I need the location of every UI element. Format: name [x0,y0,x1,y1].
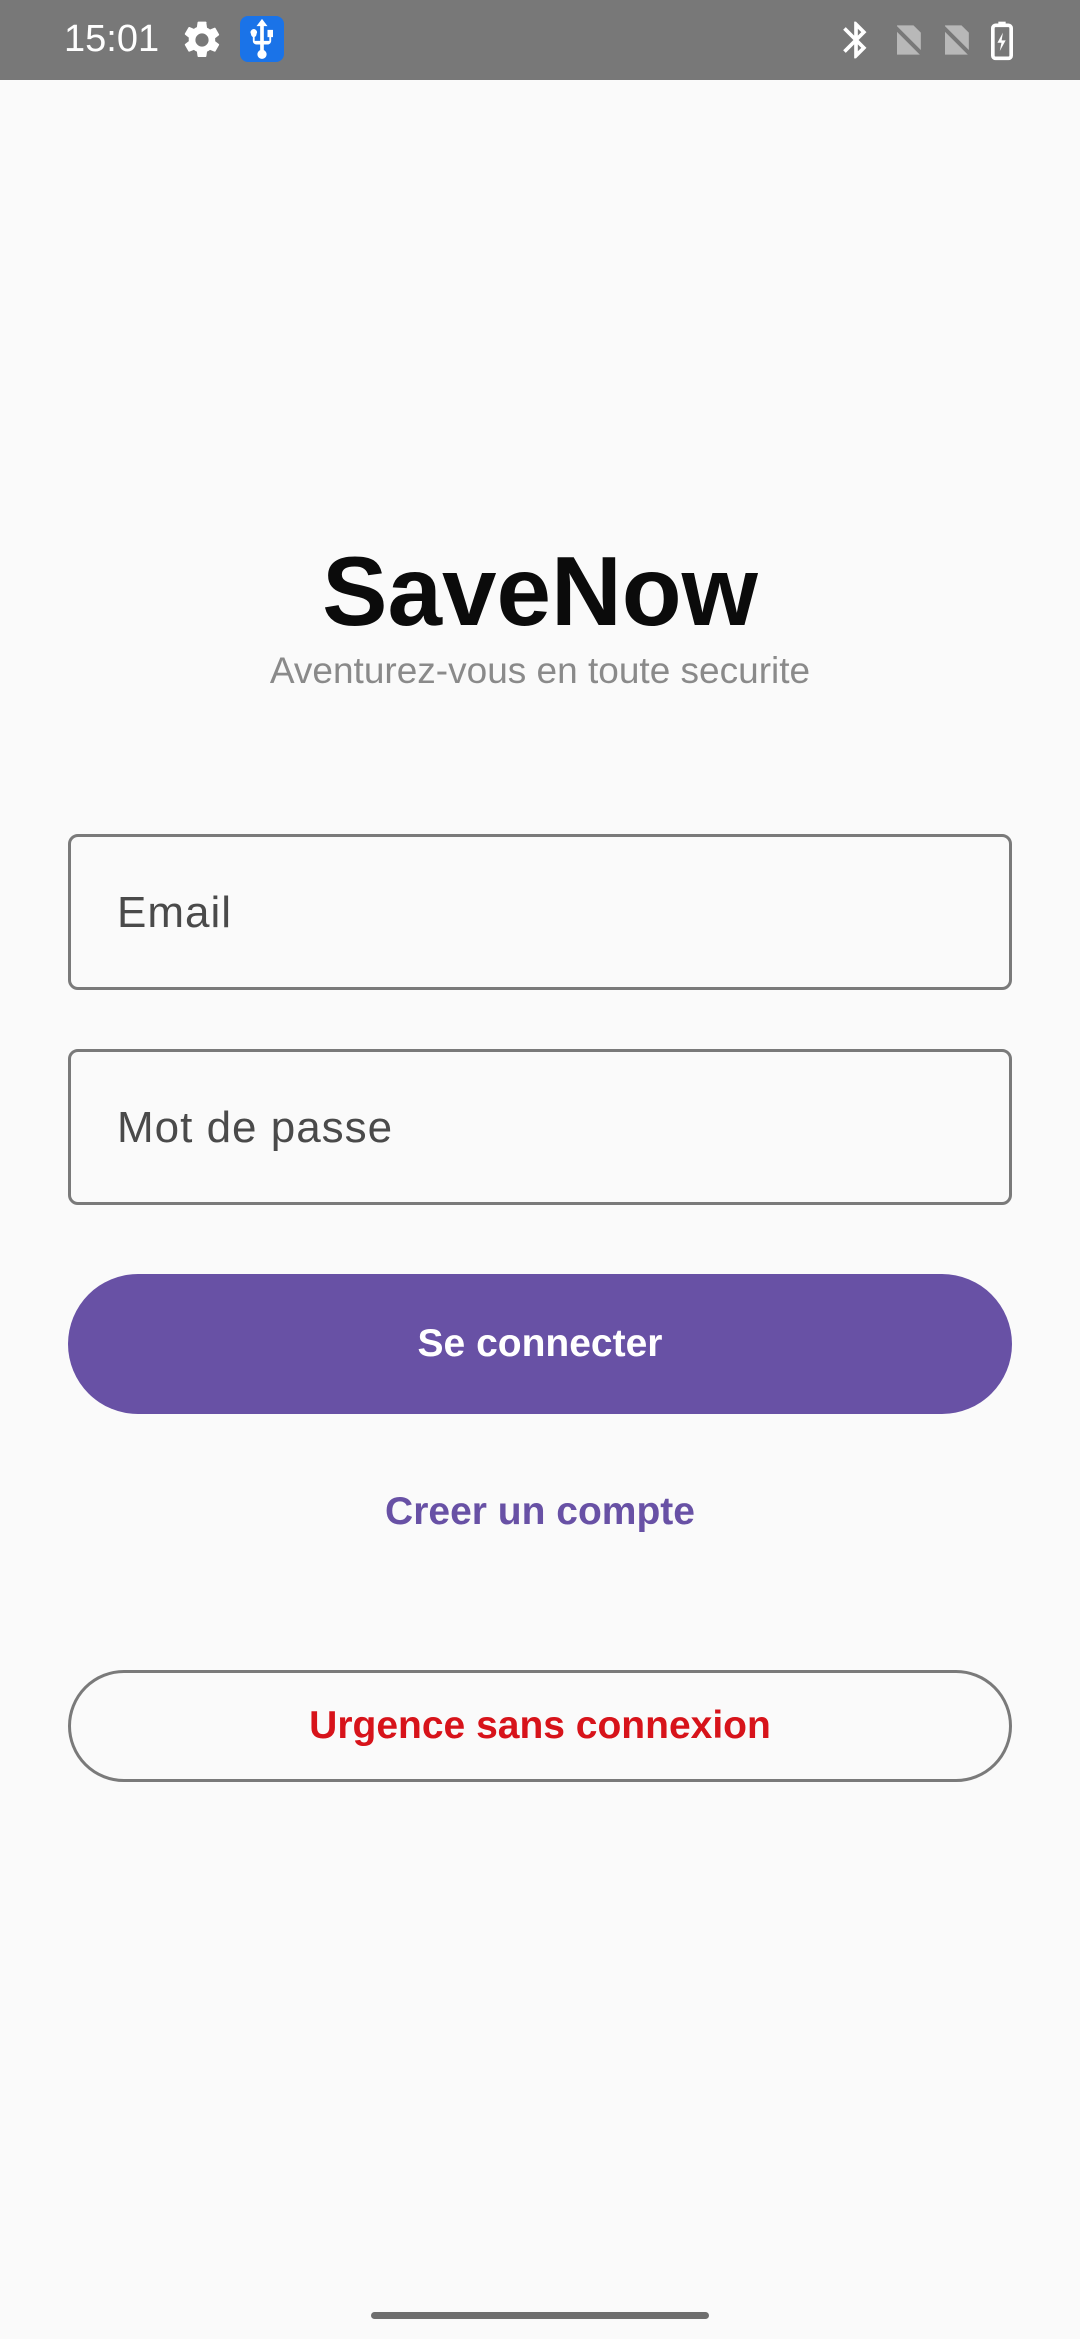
no-sim-icon [886,18,930,62]
bluetooth-icon [834,18,878,62]
password-input[interactable] [115,1052,979,1204]
password-field[interactable] [68,1049,1012,1205]
app-title: SaveNow [322,536,758,646]
email-input[interactable] [115,837,979,989]
app-subtitle: Aventurez-vous en toute securite [269,650,811,691]
create-account-link[interactable]: Creer un compte [0,1490,1080,1534]
gear-icon [180,18,224,62]
home-indicator[interactable] [371,2312,709,2319]
login-button[interactable]: Se connecter [68,1274,1012,1414]
emergency-offline-button[interactable]: Urgence sans connexion [68,1670,1012,1782]
usb-icon [240,16,284,62]
no-sim-icon [934,18,978,62]
status-bar: 15:01 [0,0,1080,80]
status-time: 15:01 [64,18,160,60]
email-field[interactable] [68,834,1012,990]
battery-charging-icon [980,18,1024,62]
